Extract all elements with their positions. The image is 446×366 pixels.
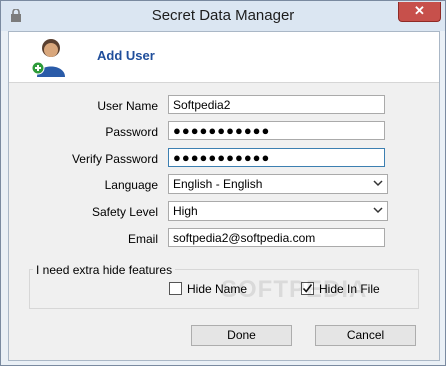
hide-in-file-checkbox[interactable]: [301, 282, 314, 295]
app-window: Secret Data Manager ✕ Add User User Name…: [0, 0, 446, 366]
window-title: Secret Data Manager: [151, 7, 295, 24]
dialog-header: Add User: [9, 32, 439, 83]
chevron-down-icon: [373, 207, 383, 214]
title-bar: Secret Data Manager ✕: [1, 1, 445, 31]
safety-level-label: Safety Level: [91, 205, 158, 219]
hide-name-checkbox[interactable]: [169, 282, 182, 295]
cancel-button[interactable]: Cancel: [315, 325, 416, 346]
extra-hide-legend: I need extra hide features: [33, 263, 176, 277]
hide-name-label: Hide Name: [187, 282, 248, 296]
language-label: Language: [104, 178, 158, 192]
password-label: Password: [105, 125, 158, 139]
done-button[interactable]: Done: [191, 325, 292, 346]
hide-in-file-label: Hide In File: [319, 282, 380, 296]
dialog-body: Add User User Name Softpedia2 Password ●…: [8, 31, 440, 361]
verify-password-field[interactable]: ●●●●●●●●●●●: [168, 148, 385, 167]
safety-level-select[interactable]: High: [168, 201, 388, 221]
username-field[interactable]: Softpedia2: [168, 95, 385, 114]
language-value: English - English: [173, 177, 263, 191]
email-label: Email: [127, 232, 158, 246]
safety-level-value: High: [173, 204, 198, 218]
verify-password-label: Verify Password: [71, 152, 158, 166]
checkmark-icon: [302, 284, 313, 293]
language-select[interactable]: English - English: [168, 174, 388, 194]
page-title: Add User: [97, 48, 155, 63]
chevron-down-icon: [373, 180, 383, 187]
password-field[interactable]: ●●●●●●●●●●●: [168, 121, 385, 140]
close-button[interactable]: ✕: [398, 2, 441, 22]
email-field[interactable]: softpedia2@softpedia.com: [168, 228, 385, 247]
add-user-icon: [31, 39, 65, 77]
username-label: User Name: [97, 99, 158, 113]
